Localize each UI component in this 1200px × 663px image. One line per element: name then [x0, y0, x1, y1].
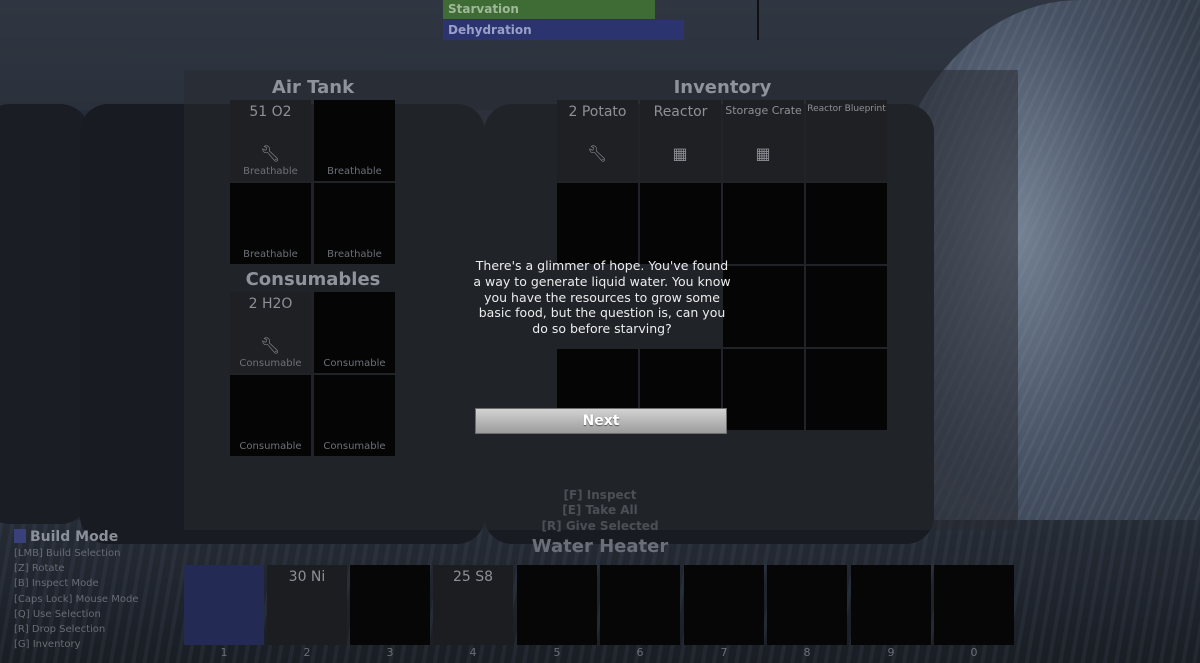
- keybind-line: [B] Inspect Mode: [14, 578, 99, 590]
- hotbar-number: 6: [636, 646, 644, 659]
- building-icon: ▦: [672, 144, 688, 163]
- slot-label: Breathable: [243, 249, 298, 260]
- inventory-slot[interactable]: [806, 183, 887, 264]
- inventory-slot[interactable]: [723, 266, 804, 347]
- slot-quantity: 51 O2: [249, 104, 292, 120]
- hotbar-number: 7: [720, 646, 728, 659]
- hotbar-slot-6[interactable]: [600, 565, 680, 645]
- consumable-slot[interactable]: Consumable: [314, 375, 395, 456]
- inventory-slot[interactable]: [806, 266, 887, 347]
- inventory-slot[interactable]: [557, 183, 638, 264]
- hotbar-number: 3: [386, 646, 394, 659]
- slot-quantity: Reactor Blueprint: [807, 104, 886, 114]
- slot-quantity: Reactor: [653, 104, 708, 120]
- status-marker: [757, 0, 759, 40]
- slot-quantity: 25 S8: [452, 569, 494, 585]
- slot-quantity: 2 Potato: [568, 104, 627, 120]
- inventory-slot[interactable]: [640, 183, 721, 264]
- consumables-title: Consumables: [245, 269, 381, 290]
- story-dialog-text: There's a glimmer of hope. You've found …: [473, 258, 731, 337]
- build-mode-label: Build Mode: [30, 529, 119, 545]
- hotbar-number: 8: [803, 646, 811, 659]
- hotbar-slot-9[interactable]: [851, 565, 931, 645]
- inspect-hint: [F] Inspect: [563, 488, 637, 502]
- hotbar-slot-7[interactable]: [684, 565, 764, 645]
- build-mode-title: Build Mode: [14, 528, 184, 546]
- wrench-icon: 🔧︎: [260, 144, 281, 163]
- consumable-slot[interactable]: Consumable: [314, 292, 395, 373]
- give-selected-hint: [R] Give Selected: [541, 519, 659, 533]
- hotbar-number: 2: [303, 646, 311, 659]
- hotbar-slot-4[interactable]: 25 S8: [433, 565, 513, 645]
- hotbar-slot-1[interactable]: [184, 565, 264, 645]
- air-tank-slot[interactable]: Breathable: [314, 100, 395, 181]
- slot-label: Consumable: [323, 441, 386, 452]
- slot-quantity: Storage Crate: [725, 104, 802, 117]
- air-tank-slot[interactable]: 51 O2 🔧︎ Breathable: [230, 100, 311, 181]
- slot-label: Consumable: [239, 358, 302, 369]
- inventory-slot[interactable]: Storage Crate ▦: [723, 100, 804, 181]
- building-icon: [14, 529, 26, 543]
- slot-quantity: 2 H2O: [248, 296, 293, 312]
- slot-label: Consumable: [323, 358, 386, 369]
- hotbar-number: 5: [553, 646, 561, 659]
- build-mode-panel: Build Mode [LMB] Build Selection [Z] Rot…: [14, 528, 184, 652]
- slot-label: Breathable: [327, 249, 382, 260]
- consumable-slot[interactable]: 2 H2O 🔧︎ Consumable: [230, 292, 311, 373]
- keybind-line: [R] Drop Selection: [14, 624, 106, 636]
- air-tank-slot[interactable]: Breathable: [230, 183, 311, 264]
- inventory-title: Inventory: [673, 77, 772, 98]
- hotbar-slot-2[interactable]: 30 Ni: [267, 565, 347, 645]
- building-icon: ▦: [755, 144, 771, 163]
- inventory-slot[interactable]: Reactor ▦: [640, 100, 721, 181]
- hotbar-number: 0: [970, 646, 978, 659]
- hotbar-slot-5[interactable]: [517, 565, 597, 645]
- air-tank-slot[interactable]: Breathable: [314, 183, 395, 264]
- keybind-line: [LMB] Build Selection: [14, 548, 121, 559]
- keybind-line: [Z] Rotate: [14, 563, 65, 575]
- next-button[interactable]: Next: [475, 408, 727, 434]
- inventory-slot[interactable]: [723, 349, 804, 430]
- slot-label: Breathable: [243, 166, 298, 177]
- keybind-line: [G] Inventory: [14, 639, 81, 651]
- take-all-hint: [E] Take All: [562, 503, 638, 517]
- consumable-slot[interactable]: Consumable: [230, 375, 311, 456]
- inventory-slot[interactable]: [806, 349, 887, 430]
- slot-quantity: 30 Ni: [288, 569, 326, 585]
- hotbar-number: 1: [220, 646, 228, 659]
- hotbar-number: 4: [469, 646, 477, 659]
- starvation-bar: Starvation: [443, 0, 655, 19]
- hotbar-slot-0[interactable]: [934, 565, 1014, 645]
- inventory-slot[interactable]: Reactor Blueprint: [806, 100, 887, 181]
- inventory-slot[interactable]: 2 Potato 🔧︎: [557, 100, 638, 181]
- hotbar-slot-8[interactable]: [767, 565, 847, 645]
- keybind-line: [Caps Lock] Mouse Mode: [14, 593, 139, 605]
- dehydration-bar: Dehydration: [443, 20, 684, 40]
- inventory-slot[interactable]: [723, 183, 804, 264]
- slot-label: Breathable: [327, 166, 382, 177]
- hotbar-number: 9: [887, 646, 895, 659]
- air-tank-title: Air Tank: [271, 77, 355, 98]
- keybind-line: [Q] Use Selection: [14, 608, 101, 620]
- hotbar-slot-3[interactable]: [350, 565, 430, 645]
- wrench-icon: 🔧︎: [587, 144, 608, 163]
- wrench-icon: 🔧︎: [260, 336, 281, 355]
- slot-label: Consumable: [239, 441, 302, 452]
- target-object-name: Water Heater: [531, 536, 669, 557]
